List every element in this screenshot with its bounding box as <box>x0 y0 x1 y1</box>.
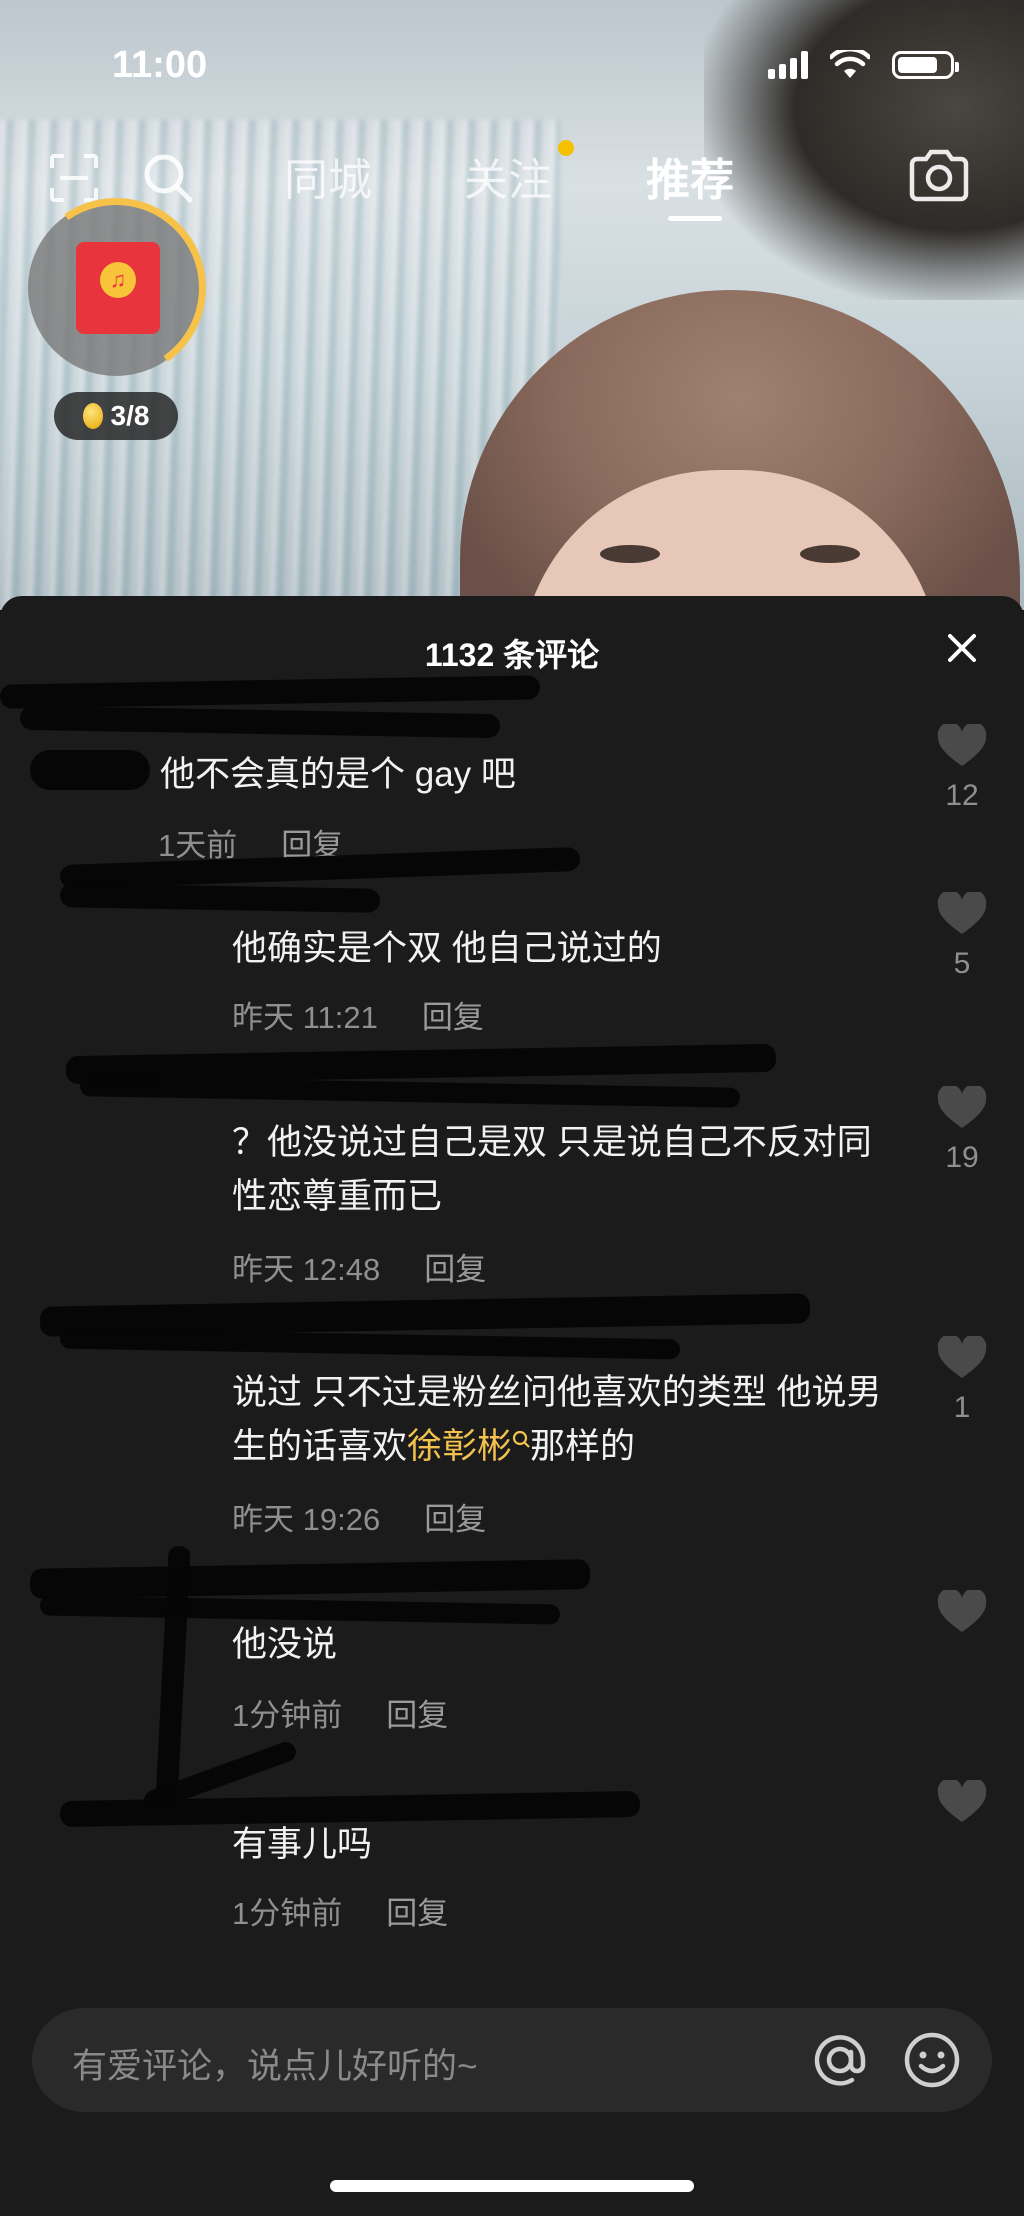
comment-item[interactable]: 说过 只不过是粉丝问他喜欢的类型 他说男生的话喜欢徐彰彬 那样的 昨天 19:26… <box>0 1293 1024 1546</box>
tab-recommended[interactable]: 推荐 <box>646 144 734 208</box>
redaction-mark <box>59 883 381 913</box>
like-count: 12 <box>945 779 979 812</box>
search-icon[interactable] <box>512 1430 530 1452</box>
status-icons <box>768 50 959 80</box>
reply-button[interactable]: 回复 <box>386 1698 448 1733</box>
heart-icon <box>937 890 987 934</box>
comment-time: 昨天 12:48 <box>232 1252 381 1287</box>
mention-icon[interactable] <box>810 2030 870 2090</box>
comment-item[interactable]: 他确实是个双 他自己说过的 昨天 11:21 回复 5 <box>0 846 1024 1046</box>
home-indicator <box>330 2180 694 2192</box>
tab-following[interactable]: 关注 <box>464 144 552 208</box>
redaction-mark <box>59 1328 681 1360</box>
comment-input-placeholder[interactable]: 有爱评论，说点儿好听的~ <box>72 2038 477 2089</box>
comments-sheet: 1132 条评论 他不会真的是个 gay 吧 1天前 回复 12 他确实是个双 他… <box>0 596 1024 2216</box>
red-packet-reward[interactable]: ♫ <box>11 183 221 393</box>
heart-icon <box>937 722 987 766</box>
comment-item[interactable]: ？他没说过自己是双 只是说自己不反对同性恋尊重而已 昨天 12:48 回复 19 <box>0 1043 1024 1296</box>
comment-meta: 昨天 19:26 回复 <box>232 1494 486 1539</box>
battery-icon <box>892 51 959 79</box>
comment-text: 他没说 <box>232 1625 338 1664</box>
comment-input-bar[interactable]: 有爱评论，说点儿好听的~ <box>32 2008 992 2112</box>
emoji-icon[interactable] <box>902 2030 962 2090</box>
reply-button[interactable]: 回复 <box>424 1252 486 1287</box>
heart-icon <box>937 1334 987 1378</box>
comment-item[interactable]: 有事儿吗 1分钟前 回复 <box>0 1736 1024 1931</box>
heart-icon <box>937 1084 987 1128</box>
active-tab-indicator <box>668 216 722 221</box>
cellular-signal-icon <box>768 51 808 79</box>
comment-time: 昨天 19:26 <box>232 1502 381 1537</box>
comment-time: 1分钟前 <box>232 1896 343 1931</box>
comment-text: 他确实是个双 他自己说过的 <box>232 929 662 968</box>
redaction-mark <box>29 1559 591 1599</box>
redaction-mark <box>30 750 150 790</box>
wifi-icon <box>830 50 870 78</box>
reply-button[interactable]: 回复 <box>422 1000 484 1035</box>
like-button[interactable] <box>936 1588 988 1645</box>
redaction-mark <box>0 675 541 709</box>
music-note-icon: ♫ <box>100 262 136 298</box>
red-envelope-icon: ♫ <box>76 242 160 334</box>
comment-text-part: 那样的 <box>530 1427 636 1466</box>
comment-text: 有事儿吗 <box>232 1825 373 1864</box>
comment-text: ？他没说过自己是双 只是说自己不反对同性恋尊重而已 <box>232 1123 872 1216</box>
highlighted-search-keyword[interactable]: 徐彰彬 <box>407 1427 512 1466</box>
comment-meta: 昨天 12:48 回复 <box>232 1244 486 1289</box>
comment-item[interactable]: 他不会真的是个 gay 吧 1天前 回复 12 <box>0 666 1024 863</box>
scan-icon[interactable] <box>48 152 100 204</box>
redaction-mark <box>79 1076 741 1108</box>
camera-icon[interactable] <box>906 146 972 206</box>
comment-text: 他不会真的是个 gay 吧 <box>160 755 516 794</box>
video-person-eye <box>600 545 660 563</box>
tab-local[interactable]: 同城 <box>284 144 372 208</box>
heart-icon <box>937 1778 987 1822</box>
redaction-mark <box>19 705 501 739</box>
coin-progress-label: 3/8 <box>110 400 150 431</box>
notification-dot <box>558 140 574 156</box>
comment-meta: 1分钟前 回复 <box>232 1888 448 1933</box>
like-count: 19 <box>945 1141 979 1174</box>
like-button[interactable]: 1 <box>936 1334 988 1425</box>
like-button[interactable]: 12 <box>936 722 988 813</box>
like-count: 5 <box>953 947 971 980</box>
comment-time: 1分钟前 <box>232 1698 343 1733</box>
comment-meta: 昨天 11:21 回复 <box>232 992 484 1037</box>
comment-meta: 1分钟前 回复 <box>232 1690 448 1735</box>
like-button[interactable] <box>936 1778 988 1835</box>
comment-time: 昨天 11:21 <box>232 1000 378 1035</box>
coin-progress-badge[interactable]: 3/8 <box>54 392 178 440</box>
like-count: 1 <box>953 1391 971 1424</box>
heart-icon <box>937 1588 987 1632</box>
gold-coin-icon <box>82 403 103 429</box>
close-icon[interactable] <box>942 628 982 668</box>
comment-text: 说过 只不过是粉丝问他喜欢的类型 他说男生的话喜欢徐彰彬 那样的 <box>232 1366 892 1474</box>
comment-item[interactable]: 他没说 1分钟前 回复 <box>0 1545 1024 1807</box>
reply-button[interactable]: 回复 <box>386 1896 448 1931</box>
video-person-eye <box>800 545 860 563</box>
status-time: 11:00 <box>112 44 208 86</box>
reply-button[interactable]: 回复 <box>424 1502 486 1537</box>
like-button[interactable]: 19 <box>936 1084 988 1175</box>
like-button[interactable]: 5 <box>936 890 988 981</box>
search-icon[interactable] <box>140 150 196 206</box>
